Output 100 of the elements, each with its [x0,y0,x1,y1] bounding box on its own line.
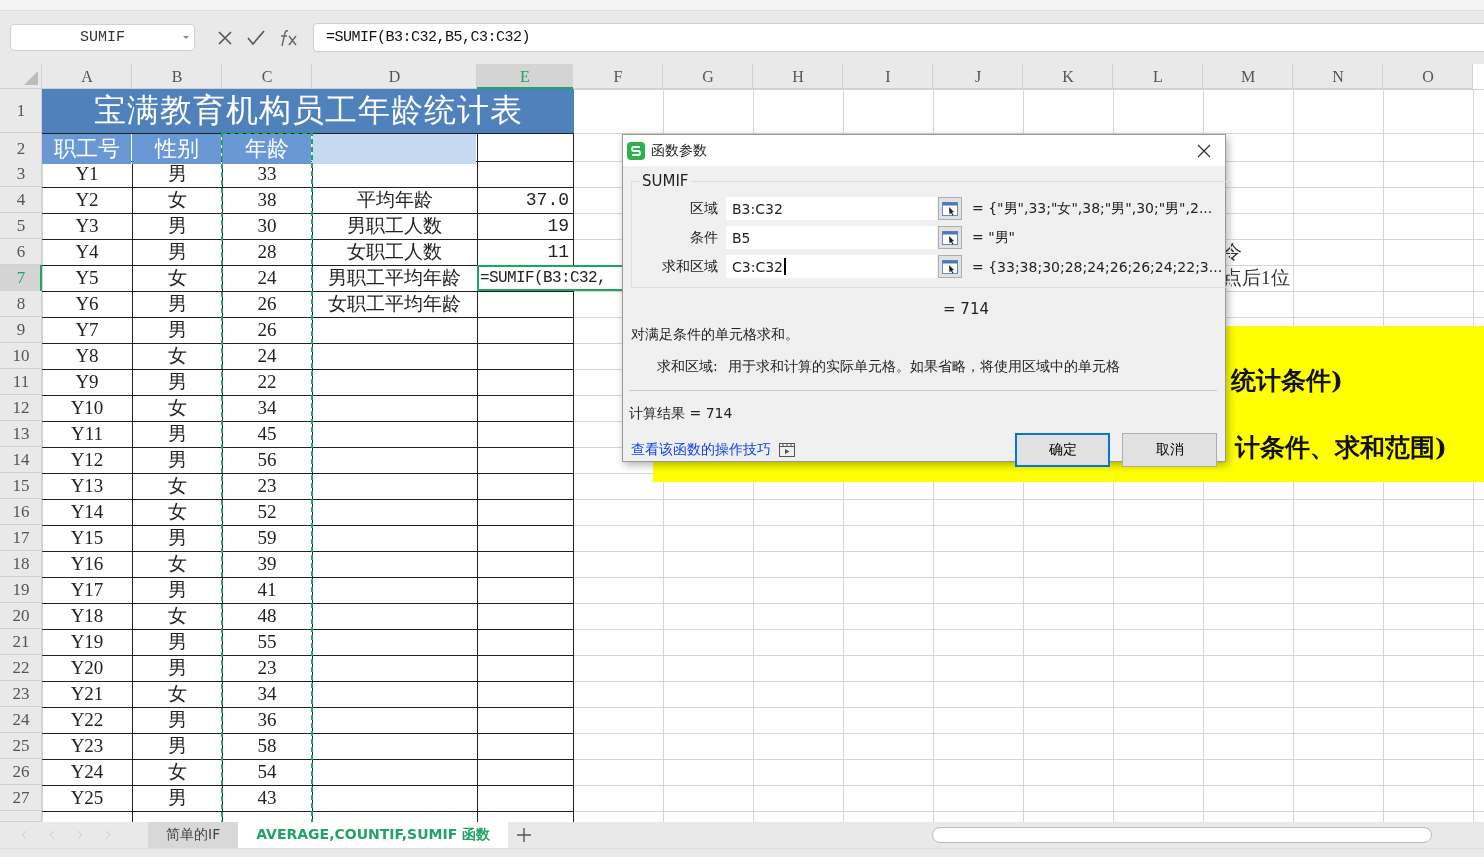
table-cell: 36 [257,709,277,731]
add-sheet-icon[interactable] [516,827,533,843]
row-header[interactable]: 26 [0,759,42,785]
ok-button[interactable]: 确定 [1015,433,1110,467]
table-cell: Y19 [70,631,104,653]
row-header[interactable]: 20 [0,603,42,629]
argument-field[interactable]: B3:C32 [726,197,937,220]
table-cell: Y18 [70,605,104,627]
column-header[interactable]: J [933,64,1023,89]
column-header[interactable]: O [1383,64,1473,89]
row-header[interactable]: 3 [0,161,42,187]
row-header[interactable]: 9 [0,317,42,343]
table-cell[interactable]: =SUMIF(B3:C32, [477,265,625,291]
column-header[interactable]: A [42,64,132,89]
column-title: 职工号 [42,134,131,164]
name-box[interactable]: SUMIF [10,24,195,51]
table-cell: 23 [257,475,277,497]
table-cell: 39 [257,553,277,575]
table-cell: Y15 [70,527,104,549]
row-header[interactable]: 15 [0,473,42,499]
row-header[interactable]: 19 [0,577,42,603]
video-icon[interactable] [779,443,795,457]
row-header[interactable]: 27 [0,785,42,811]
function-icon[interactable] [279,28,299,47]
range-picker-button[interactable] [938,255,962,278]
table-cell: 38 [257,189,277,211]
row-header[interactable]: 8 [0,291,42,317]
table-cell-text: 女 [167,188,187,212]
column-title: 年龄 [222,134,311,164]
column-header[interactable]: C [222,64,312,89]
column-header[interactable]: G [663,64,753,89]
row-header[interactable]: 14 [0,447,42,473]
row-header[interactable]: 21 [0,629,42,655]
column-header[interactable]: F [573,64,663,89]
table-cell: Y23 [70,735,104,757]
row-header[interactable]: 16 [0,499,42,525]
column-header[interactable]: N [1293,64,1383,89]
argument-field[interactable]: B5 [726,226,937,249]
range-picker-button[interactable] [938,197,962,220]
table-cell-text: 平均年龄 [356,188,433,212]
sheet-tab[interactable]: 简单的IF [148,822,239,848]
cancel-icon[interactable] [217,29,233,46]
row-header[interactable]: 1 [0,89,42,133]
table-cell[interactable]: 19 [477,213,573,239]
checkmark-icon[interactable] [247,29,265,46]
note-text: 计条件、求和范围) [1235,432,1447,464]
table-cell: Y11 [71,423,103,445]
row-header[interactable]: 4 [0,187,42,213]
dropdown-icon[interactable] [183,36,189,39]
row-header[interactable]: 12 [0,395,42,421]
column-header[interactable]: K [1023,64,1113,89]
table-cell: 55 [257,631,277,653]
table-cell-text: 男 [167,656,187,680]
range-picker-button[interactable] [938,226,962,249]
argument-help-label: 求和区域: [657,358,718,376]
table-cell: 54 [257,761,277,783]
table-cell: 26 [257,319,277,341]
close-icon[interactable] [1197,143,1211,158]
row-header[interactable]: 13 [0,421,42,447]
column-title: 性别 [132,134,221,164]
table-cell-text: 女 [167,344,187,368]
row-header[interactable]: 10 [0,343,42,369]
row-header[interactable]: 23 [0,681,42,707]
row-header[interactable]: 24 [0,707,42,733]
row-header[interactable]: 18 [0,551,42,577]
row-header[interactable]: 6 [0,239,42,265]
table-cell: 56 [257,449,277,471]
table-cell: 23 [257,657,277,679]
horizontal-scrollbar[interactable] [932,827,1432,843]
row-header[interactable]: 25 [0,733,42,759]
table-cell: 24 [257,345,277,367]
column-header[interactable]: B [132,64,222,89]
row-header[interactable]: 22 [0,655,42,681]
formula-field[interactable]: =SUMIF(B3:C32,B5,C3:C32) [313,23,1484,52]
table-cell: 28 [257,241,277,263]
table-title: 宝满教育机构员工年龄统计表 [42,89,574,133]
formula-result: = 714 [942,300,990,318]
column-header[interactable]: I [843,64,933,89]
column-header[interactable]: L [1113,64,1203,89]
table-cell-text: 男 [167,786,187,810]
table-cell-text: 男 [167,422,187,446]
row-header[interactable]: 5 [0,213,42,239]
table-cell[interactable]: 11 [477,239,573,265]
column-header[interactable]: H [753,64,843,89]
table-cell[interactable]: 37.0 [477,187,573,213]
sheet-tab[interactable]: AVERAGE,COUNTIF,SUMIF 函数 [238,822,509,848]
corner-triangle-icon [24,71,38,85]
table-cell-text: 男 [167,318,187,342]
table-cell: Y13 [70,475,104,497]
tips-link[interactable]: 查看该函数的操作技巧 [631,441,771,459]
row-header[interactable]: 17 [0,525,42,551]
column-header[interactable]: M [1203,64,1293,89]
table-cell: 58 [257,735,277,757]
table-cell-text: 男 [167,734,187,758]
table-cell: Y22 [70,709,104,731]
table-cell: 45 [257,423,277,445]
argument-field[interactable]: C3:C32 [726,255,937,278]
column-header[interactable]: D [312,64,477,89]
row-header[interactable]: 11 [0,369,42,395]
cancel-button[interactable]: 取消 [1122,433,1217,467]
